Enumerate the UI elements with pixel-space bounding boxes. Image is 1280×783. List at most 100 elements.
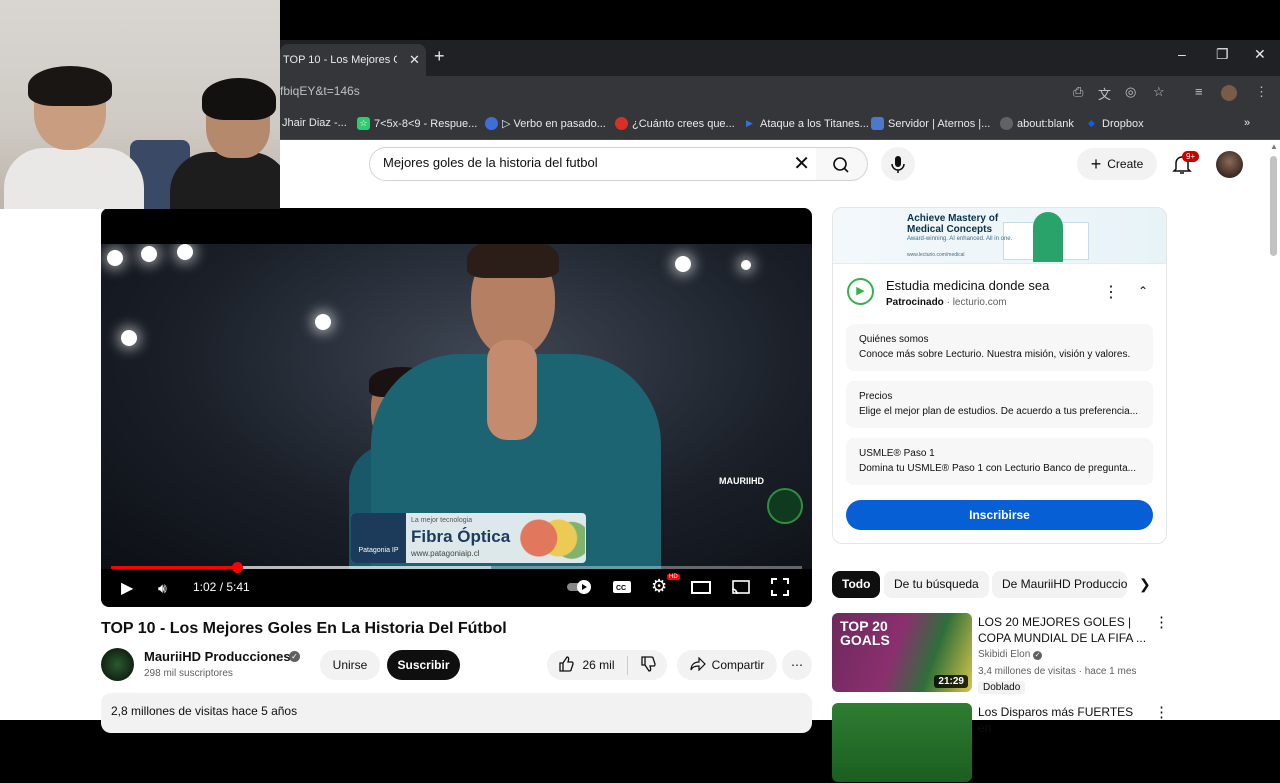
- dubbed-badge: Doblado: [978, 681, 1026, 694]
- ad-menu-icon[interactable]: ⋮: [1103, 282, 1119, 302]
- channel-watermark-logo[interactable]: [767, 488, 803, 524]
- tab-close-icon[interactable]: ✕: [409, 52, 420, 68]
- ad-sitelink[interactable]: Quiénes somos Conoce más sobre Lecturio.…: [846, 324, 1153, 371]
- progress-bar[interactable]: [111, 562, 802, 573]
- more-actions-icon[interactable]: ⋯: [782, 650, 812, 680]
- fullscreen-icon[interactable]: [771, 578, 789, 601]
- browser-tab-active[interactable]: TOP 10 - Los Mejores Goles En La Histori…: [280, 44, 426, 76]
- bookmark-item[interactable]: Jhair Diaz -...: [282, 117, 347, 129]
- overlay-ad-banner[interactable]: Patagonia IP La mejor tecnologia Fibra Ó…: [351, 513, 586, 563]
- minimize-icon[interactable]: –: [1178, 46, 1186, 62]
- globe-icon: [1000, 117, 1013, 130]
- share-icon: [690, 656, 706, 674]
- search-icon: [833, 157, 849, 173]
- video-player[interactable]: Patagonia IP La mejor tecnologia Fibra Ó…: [101, 208, 812, 607]
- volume-icon[interactable]: 🔊︎: [158, 580, 167, 597]
- scrollbar-thumb[interactable]: [1270, 156, 1277, 256]
- cast-icon[interactable]: [731, 579, 751, 600]
- ad-sponsor-line: Patrocinado · lecturio.com: [886, 297, 1007, 308]
- clear-search-icon[interactable]: ✕: [793, 153, 810, 175]
- ad-headline[interactable]: Estudia medicina donde sea: [886, 278, 1049, 293]
- scrubber-handle[interactable]: [231, 562, 243, 573]
- globe-icon: [485, 117, 498, 130]
- notification-badge: 9+: [1182, 151, 1200, 162]
- bookmark-item[interactable]: about:blank: [1000, 117, 1074, 130]
- ad-decoration: [519, 515, 585, 561]
- dislike-button[interactable]: [628, 655, 656, 675]
- search-input[interactable]: [383, 155, 763, 170]
- recommendation-meta: 3,4 millones de visitas · hace 1 mes: [978, 666, 1137, 677]
- description-box[interactable]: 2,8 millones de visitas hace 5 años: [101, 693, 812, 733]
- bookmark-label: Dropbox: [1102, 117, 1144, 130]
- create-button[interactable]: + Create: [1077, 148, 1157, 180]
- theater-mode-icon[interactable]: [691, 579, 711, 600]
- voice-search-button[interactable]: [881, 147, 915, 181]
- translate-icon[interactable]: 文: [1098, 84, 1111, 103]
- bookmark-item[interactable]: Servidor | Aternos |...: [871, 117, 990, 130]
- like-count: 26 mil: [582, 658, 615, 672]
- chat-icon: ☆: [357, 117, 370, 130]
- recommendation-menu-icon[interactable]: ⋮: [1154, 613, 1169, 631]
- recommendation-item[interactable]: TOP 20 GOALS 21:29 LOS 20 MEJORES GOLES …: [832, 613, 1172, 694]
- thumbs-down-icon: [640, 655, 656, 672]
- like-button[interactable]: 26 mil: [558, 655, 628, 675]
- mic-icon: [891, 156, 905, 173]
- search-button[interactable]: [816, 147, 868, 181]
- media-control-icon[interactable]: ≡: [1195, 84, 1203, 99]
- stadium-light: [741, 260, 751, 270]
- quiz-icon: [615, 117, 628, 130]
- webcam-person-left: [4, 66, 144, 209]
- chevron-up-icon[interactable]: ⌃: [1138, 284, 1148, 298]
- bookmark-item[interactable]: ☆ 7<5x-8<9 - Respue...: [357, 117, 477, 130]
- subtitles-icon[interactable]: CC: [612, 579, 632, 600]
- page-scrollbar[interactable]: ▲: [1268, 140, 1280, 720]
- account-avatar[interactable]: [1216, 151, 1243, 178]
- play-button[interactable]: ▶: [121, 578, 133, 598]
- bookmark-label: ¿Cuánto crees que...: [632, 117, 735, 130]
- bookmark-item[interactable]: ¿Cuánto crees que...: [615, 117, 735, 130]
- profile-avatar[interactable]: [1221, 85, 1237, 101]
- chip-from-search[interactable]: De tu búsqueda: [884, 571, 989, 598]
- sitelink-desc: Domina tu USMLE® Paso 1 con Lecturio Ban…: [859, 463, 1136, 474]
- bookmark-item[interactable]: ▶ Ataque a los Titanes...: [743, 117, 869, 130]
- chip-all[interactable]: Todo: [832, 571, 881, 598]
- sponsored-ad-card: Achieve Mastery of Medical Concepts Awar…: [832, 207, 1167, 544]
- recommendation-thumbnail: [832, 703, 972, 782]
- time-display: 1:02 / 5:41: [193, 580, 250, 594]
- bookmark-item[interactable]: ▷ Verbo en pasado...: [485, 117, 606, 130]
- settings-icon[interactable]: ⚙︎: [651, 576, 667, 597]
- banner-url: www.lecturio.com/medical: [907, 252, 965, 258]
- subscribe-button[interactable]: Suscribir: [387, 650, 460, 680]
- autoplay-toggle[interactable]: [566, 579, 594, 600]
- ad-banner-image[interactable]: Achieve Mastery of Medical Concepts Awar…: [833, 208, 1166, 264]
- new-tab-button[interactable]: +: [434, 46, 445, 67]
- scroll-up-icon[interactable]: ▲: [1270, 142, 1278, 151]
- url-field[interactable]: fbiqEY&t=146s: [280, 84, 360, 98]
- ad-domain: lecturio.com: [952, 297, 1007, 308]
- chip-from-channel[interactable]: De MauriiHD Producciones: [992, 571, 1127, 598]
- window-close-icon[interactable]: ✕: [1254, 46, 1266, 63]
- join-button[interactable]: Unirse: [320, 650, 380, 680]
- share-label: Compartir: [711, 658, 765, 672]
- channel-avatar[interactable]: [101, 648, 134, 681]
- played-bar: [111, 566, 237, 569]
- install-app-icon[interactable]: ⎙: [1073, 84, 1083, 100]
- eye-off-icon[interactable]: ◎: [1125, 84, 1136, 100]
- stadium-light: [315, 314, 331, 330]
- ad-sitelink[interactable]: USMLE® Paso 1 Domina tu USMLE® Paso 1 co…: [846, 438, 1153, 485]
- share-button[interactable]: Compartir: [677, 650, 777, 680]
- channel-name[interactable]: MauriiHD Producciones: [144, 649, 291, 664]
- browser-menu-icon[interactable]: ⋮: [1255, 84, 1268, 100]
- recommendation-item[interactable]: Los Disparos más FUERTES en ⋮: [832, 703, 1172, 783]
- signup-button[interactable]: Inscribirse: [846, 500, 1153, 530]
- recommendation-menu-icon[interactable]: ⋮: [1154, 703, 1169, 721]
- ad-sitelink[interactable]: Precios Elige el mejor plan de estudios.…: [846, 381, 1153, 428]
- bookmarks-overflow-icon[interactable]: »: [1244, 117, 1250, 129]
- maximize-icon[interactable]: ❐: [1216, 46, 1229, 63]
- star-icon[interactable]: ☆: [1153, 84, 1165, 100]
- bookmark-label: Servidor | Aternos |...: [888, 117, 991, 130]
- thumbs-up-icon: [558, 655, 575, 675]
- thumb-text: TOP 20 GOALS: [840, 618, 890, 648]
- bookmark-item[interactable]: ◆ Dropbox: [1085, 117, 1144, 130]
- chevron-right-icon[interactable]: ❯: [1139, 576, 1151, 593]
